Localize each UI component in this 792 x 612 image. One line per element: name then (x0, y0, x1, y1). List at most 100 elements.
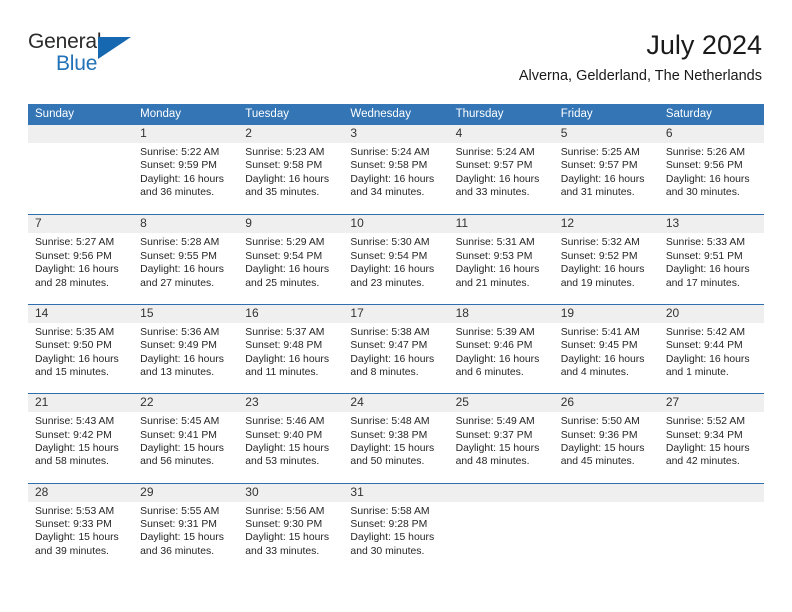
calendar-day-cell-empty (449, 484, 554, 572)
daylight-text-line1: Daylight: 16 hours (35, 353, 119, 365)
daylight-text-line2: and 27 minutes. (140, 277, 215, 289)
day-detail: Sunrise: 5:58 AM Sunset: 9:28 PM Daylight:… (350, 505, 445, 559)
day-number: 11 (455, 216, 469, 231)
day-number: 3 (350, 126, 358, 140)
daylight-text-line2: and 1 minute. (665, 367, 729, 378)
day-detail: Sunrise: 5:28 AM Sunset: 9:55 PM Daylight:… (140, 236, 235, 290)
day-detail: Sunrise: 5:50 AM Sunset: 9:36 PM Daylight:… (561, 415, 656, 469)
daylight-text-line2: and 58 minutes. (35, 456, 109, 468)
sunset-text: Sunset: 9:52 PM (560, 250, 638, 262)
daylight-text-line2: and 45 minutes. (560, 456, 635, 468)
calendar-day-cell[interactable]: 10 Sunrise: 5:30 AM Sunset: 9:54 PM Dayligh… (343, 215, 448, 303)
daylight-text-line2: and 30 minutes. (350, 545, 425, 557)
daylight-text-line1: Daylight: 16 hours (560, 173, 645, 185)
sunset-text: Sunset: 9:38 PM (350, 429, 428, 441)
sunset-text: Sunset: 9:54 PM (350, 250, 428, 262)
calendar-day-cell[interactable]: 5 Sunrise: 5:25 AM Sunset: 9:57 PM Daylight… (554, 125, 659, 214)
sunset-text: Sunset: 9:44 PM (665, 340, 743, 352)
daylight-text-line2: and 6 minutes. (455, 367, 524, 378)
daylight-text-line1: Daylight: 16 hours (245, 353, 330, 365)
sunrise-text: Sunrise: 5:26 AM (665, 147, 745, 158)
calendar-day-cell[interactable]: 8 Sunrise: 5:28 AM Sunset: 9:55 PM Daylight… (133, 215, 238, 303)
day-number: 18 (455, 305, 469, 320)
sunset-text: Sunset: 9:28 PM (350, 518, 428, 530)
calendar-day-cell[interactable]: 7 Sunrise: 5:27 AM Sunset: 9:56 PM Daylight… (28, 215, 133, 303)
sunrise-text: Sunrise: 5:46 AM (245, 416, 325, 428)
calendar-day-cell[interactable]: 27 Sunrise: 5:52 AM Sunset: 9:34 PM Dayligh… (659, 394, 764, 482)
calendar-day-cell[interactable]: 25 Sunrise: 5:49 AM Sunset: 9:37 PM Dayligh… (449, 394, 554, 482)
calendar-day-cell[interactable]: 19 Sunrise: 5:41 AM Sunset: 9:45 PM Dayligh… (554, 305, 659, 393)
calendar-day-cell[interactable]: 26 Sunrise: 5:50 AM Sunset: 9:36 PM Dayligh… (554, 394, 659, 482)
calendar-day-cell[interactable]: 1 Sunrise: 5:22 AM Sunset: 9:59 PM Daylight… (133, 125, 238, 214)
calendar-week-row: 7 Sunrise: 5:27 AM Sunset: 9:56 PM Daylight… (28, 214, 764, 303)
day-header-saturday: Saturday (665, 108, 712, 120)
sunrise-text: Sunrise: 5:53 AM (35, 505, 115, 517)
daylight-text-line2: and 8 minutes. (350, 367, 419, 378)
day-header-monday: Monday (140, 108, 182, 120)
daylight-text-line2: and 13 minutes. (140, 367, 215, 378)
calendar-day-cell[interactable]: 31 Sunrise: 5:58 AM Sunset: 9:28 PM Dayligh… (343, 484, 448, 572)
day-detail: Sunrise: 5:42 AM Sunset: 9:44 PM Daylight:… (666, 326, 761, 380)
calendar-day-cell[interactable]: 14 Sunrise: 5:35 AM Sunset: 9:50 PM Dayligh… (28, 305, 133, 393)
daylight-text-line1: Daylight: 15 hours (665, 442, 750, 454)
calendar-day-cell[interactable]: 22 Sunrise: 5:45 AM Sunset: 9:41 PM Dayligh… (133, 394, 238, 482)
daylight-text-line1: Daylight: 15 hours (350, 442, 435, 454)
sunrise-text: Sunrise: 5:38 AM (350, 326, 430, 338)
day-detail: Sunrise: 5:55 AM Sunset: 9:31 PM Daylight:… (140, 505, 235, 559)
calendar-page: General Blue July 2024 Alverna, Gelderla… (0, 0, 792, 612)
calendar-day-cell[interactable]: 20 Sunrise: 5:42 AM Sunset: 9:44 PM Dayligh… (659, 305, 764, 393)
calendar-day-cell[interactable]: 15 Sunrise: 5:36 AM Sunset: 9:49 PM Dayligh… (133, 305, 238, 393)
day-number: 29 (140, 484, 154, 499)
day-detail: Sunrise: 5:39 AM Sunset: 9:46 PM Daylight:… (456, 326, 551, 380)
day-number: 23 (245, 395, 259, 410)
day-number: 2 (245, 126, 252, 140)
day-number: 24 (350, 395, 364, 410)
calendar-day-cell[interactable]: 24 Sunrise: 5:48 AM Sunset: 9:38 PM Dayligh… (343, 394, 448, 482)
sunrise-text: Sunrise: 5:36 AM (140, 326, 220, 338)
daylight-text-line2: and 34 minutes. (350, 187, 425, 199)
calendar-day-cell[interactable]: 30 Sunrise: 5:56 AM Sunset: 9:30 PM Dayligh… (238, 484, 343, 572)
calendar-day-cell[interactable]: 3 Sunrise: 5:24 AM Sunset: 9:58 PM Daylight… (343, 125, 448, 214)
sunset-text: Sunset: 9:48 PM (245, 340, 323, 352)
sunrise-text: Sunrise: 5:25 AM (560, 147, 640, 158)
logo-text-blue: Blue (56, 52, 98, 75)
page-header: General Blue July 2024 Alverna, Gelderla… (28, 28, 762, 98)
daylight-text-line2: and 36 minutes. (140, 545, 215, 557)
daylight-text-line2: and 15 minutes. (35, 367, 109, 378)
day-number: 22 (140, 395, 154, 410)
daylight-text-line1: Daylight: 16 hours (455, 173, 540, 185)
daylight-text-line2: and 17 minutes. (665, 277, 740, 289)
calendar-day-cell[interactable]: 18 Sunrise: 5:39 AM Sunset: 9:46 PM Dayligh… (449, 305, 554, 393)
calendar-day-cell[interactable]: 11 Sunrise: 5:31 AM Sunset: 9:53 PM Dayligh… (449, 215, 554, 303)
calendar-day-cell[interactable]: 21 Sunrise: 5:43 AM Sunset: 9:42 PM Dayligh… (28, 394, 133, 482)
calendar-day-cell[interactable]: 4 Sunrise: 5:24 AM Sunset: 9:57 PM Daylight… (449, 125, 554, 214)
calendar-day-cell[interactable]: 13 Sunrise: 5:33 AM Sunset: 9:51 PM Dayligh… (659, 215, 764, 303)
sunset-text: Sunset: 9:50 PM (35, 340, 112, 352)
day-number (561, 484, 656, 502)
calendar-day-cell[interactable]: 12 Sunrise: 5:32 AM Sunset: 9:52 PM Dayligh… (554, 215, 659, 303)
day-number: 10 (350, 216, 364, 231)
sunset-text: Sunset: 9:51 PM (665, 250, 743, 262)
day-detail: Sunrise: 5:30 AM Sunset: 9:54 PM Daylight:… (350, 236, 445, 290)
general-blue-logo[interactable]: General Blue (28, 30, 158, 86)
day-number: 6 (665, 126, 673, 140)
calendar-day-cell[interactable]: 9 Sunrise: 5:29 AM Sunset: 9:54 PM Daylight… (238, 215, 343, 303)
sunrise-text: Sunrise: 5:27 AM (35, 237, 115, 249)
day-detail: Sunrise: 5:26 AM Sunset: 9:56 PM Daylight:… (666, 146, 761, 200)
daylight-text-line1: Daylight: 16 hours (245, 264, 330, 276)
calendar-day-cell[interactable]: 2 Sunrise: 5:23 AM Sunset: 9:58 PM Daylight… (238, 125, 343, 214)
daylight-text-line1: Daylight: 15 hours (455, 442, 540, 454)
day-number: 27 (665, 395, 680, 410)
calendar-day-cell[interactable]: 23 Sunrise: 5:46 AM Sunset: 9:40 PM Dayligh… (238, 394, 343, 482)
calendar-day-cell[interactable]: 16 Sunrise: 5:37 AM Sunset: 9:48 PM Dayligh… (238, 305, 343, 393)
sunset-text: Sunset: 9:56 PM (665, 160, 743, 172)
calendar-day-cell[interactable]: 6 Sunrise: 5:26 AM Sunset: 9:56 PM Daylight… (659, 125, 764, 214)
calendar-day-cell[interactable]: 29 Sunrise: 5:55 AM Sunset: 9:31 PM Dayligh… (133, 484, 238, 572)
logo-text-general: General (28, 30, 102, 53)
daylight-text-line1: Daylight: 16 hours (350, 173, 435, 185)
day-number: 30 (245, 484, 259, 499)
calendar-day-cell[interactable]: 17 Sunrise: 5:38 AM Sunset: 9:47 PM Dayligh… (343, 305, 448, 393)
calendar-day-cell[interactable]: 28 Sunrise: 5:53 AM Sunset: 9:33 PM Dayligh… (28, 484, 133, 572)
sunset-text: Sunset: 9:41 PM (140, 429, 217, 441)
day-number: 26 (560, 395, 575, 410)
